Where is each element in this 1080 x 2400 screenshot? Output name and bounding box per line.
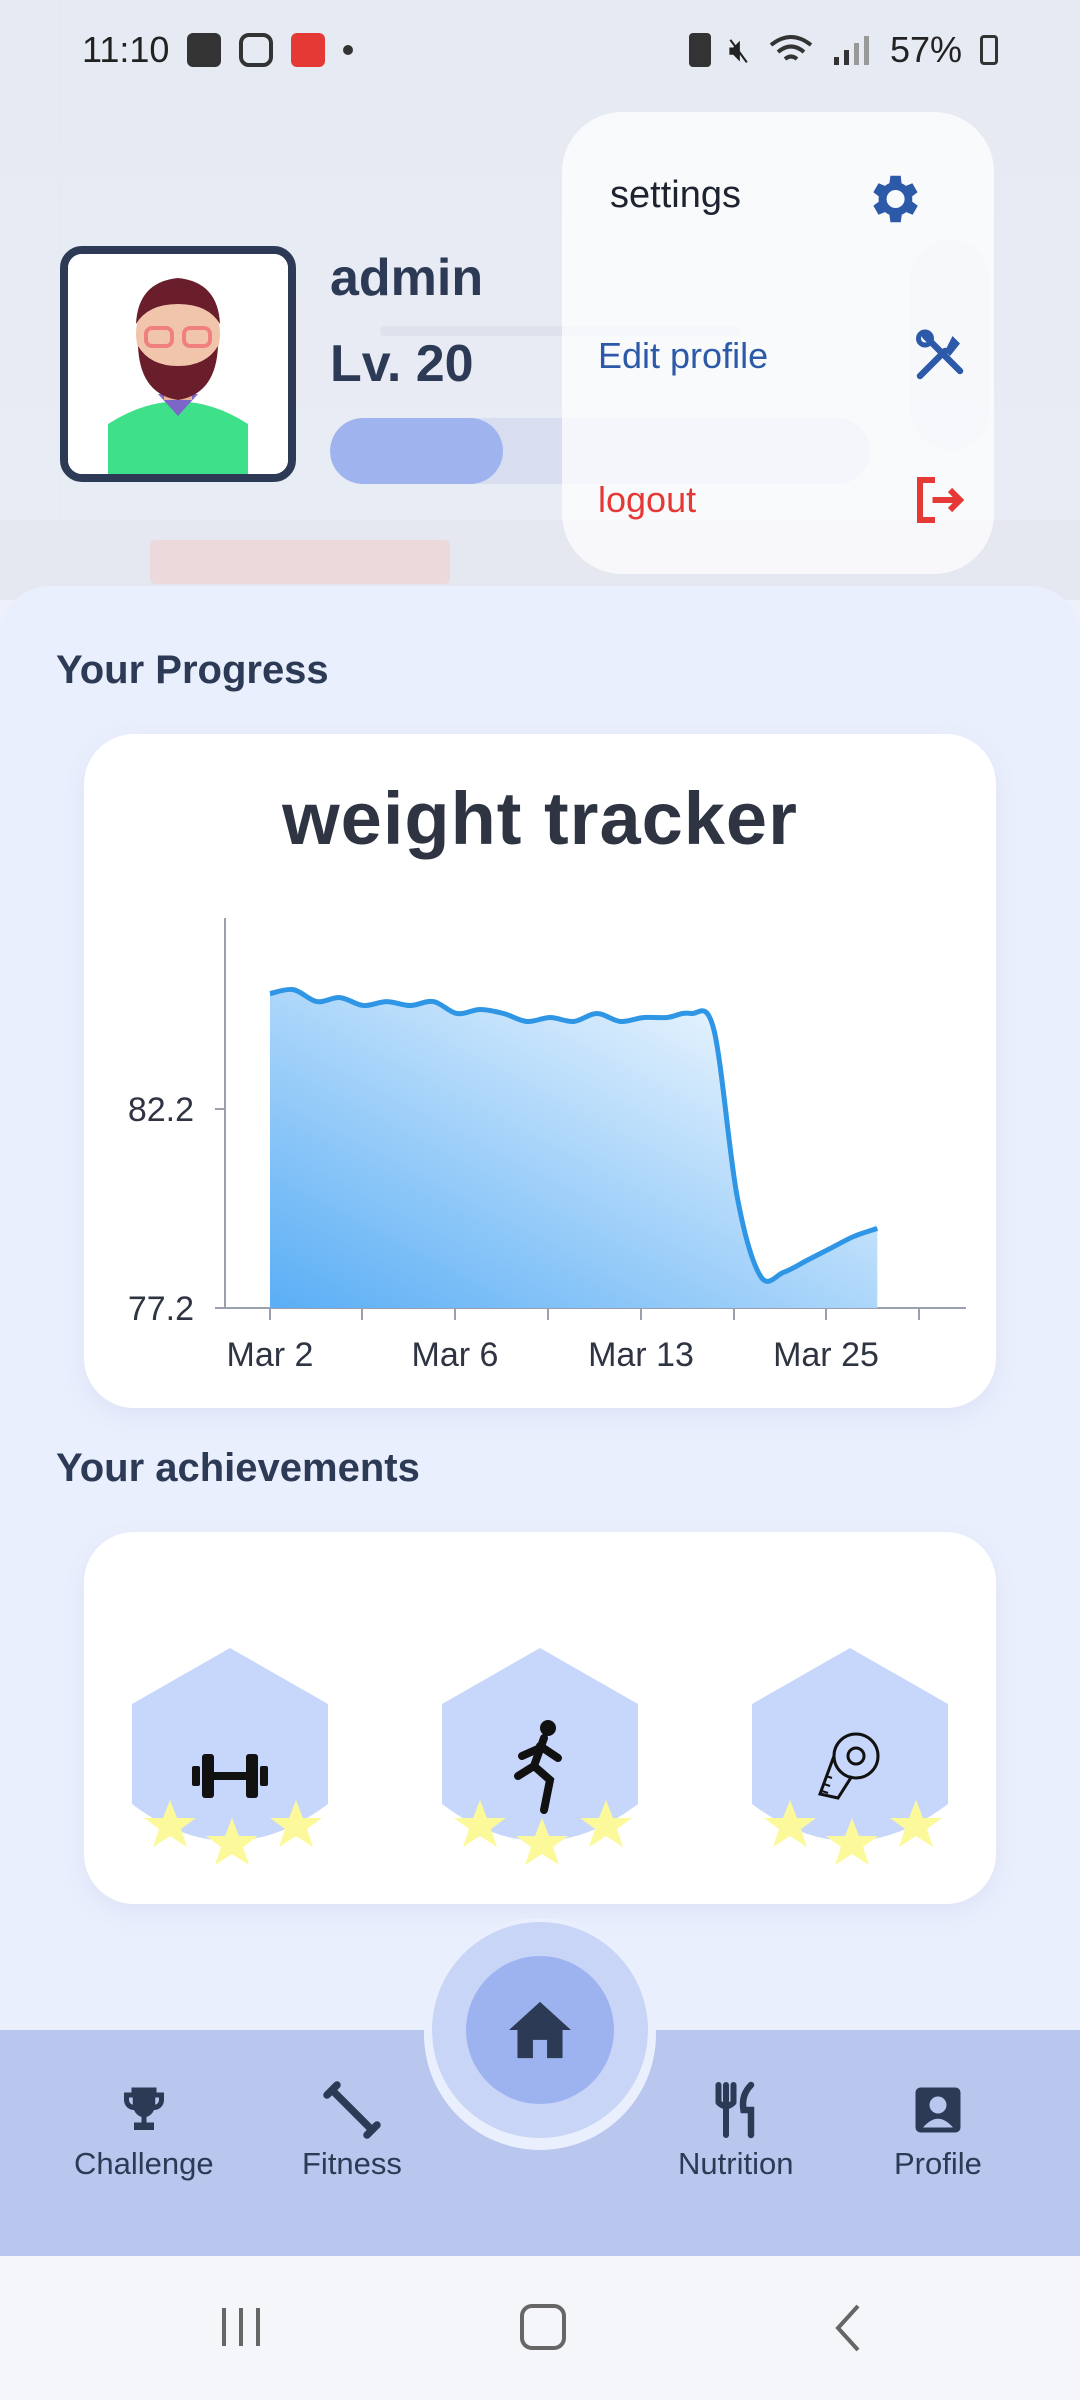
settings-title: settings	[610, 174, 741, 216]
battery-percent: 57%	[889, 29, 962, 70]
avatar-illustration	[68, 254, 288, 474]
system-navigation-bar	[0, 2256, 1080, 2400]
weight-area-fill	[270, 989, 878, 1308]
battery-icon	[980, 35, 998, 65]
nav-fitness-label: Fitness	[302, 2146, 402, 2181]
achievements-section-title: Your achievements	[56, 1446, 420, 1490]
achievement-badge-strength[interactable]	[132, 1648, 328, 1888]
dumbbell-icon	[192, 1754, 268, 1798]
home-icon	[509, 2001, 571, 2059]
nav-challenge[interactable]: Challenge	[74, 2080, 214, 2182]
fork-knife-icon	[715, 2081, 754, 2139]
y-tick-label: 82.2	[128, 1091, 194, 1129]
username: admin	[330, 249, 484, 307]
edit-profile-label: Edit profile	[598, 335, 769, 376]
nav-profile-label: Profile	[894, 2146, 982, 2181]
nav-nutrition-label: Nutrition	[678, 2146, 794, 2181]
nav-nutrition[interactable]: Nutrition	[678, 2080, 793, 2182]
profile-header: 11:10 🔇︎ 57% admin Lv. 20 settings Edit …	[0, 0, 1080, 600]
more-notifications-icon	[343, 45, 354, 55]
recent-apps-icon[interactable]	[216, 2304, 266, 2350]
gear-icon[interactable]	[862, 168, 924, 230]
edit-profile-menu-item[interactable]: Edit profile	[598, 316, 970, 396]
achievement-badge-running[interactable]	[442, 1648, 638, 1888]
achievement-badge-measurement[interactable]	[752, 1648, 948, 1888]
home-button[interactable]	[466, 1956, 614, 2104]
trophy-icon	[123, 2087, 164, 2130]
tools-icon	[916, 329, 964, 380]
runner-icon	[514, 1720, 562, 1814]
app-notification-icon	[291, 33, 326, 67]
nav-challenge-label: Challenge	[74, 2146, 214, 2181]
progress-section-title: Your Progress	[56, 648, 329, 692]
profile-card-icon	[915, 2087, 961, 2133]
bg-mat	[150, 540, 450, 584]
logout-label: logout	[598, 479, 697, 520]
logout-menu-item[interactable]: logout	[598, 460, 970, 540]
x-tick-label: Mar 25	[773, 1336, 879, 1374]
level-label: Lv. 20	[330, 335, 474, 393]
x-tick-label: Mar 6	[412, 1336, 499, 1374]
tape-measure-icon	[817, 1732, 880, 1800]
x-tick-label: Mar 13	[588, 1336, 694, 1374]
battery-saver-icon	[688, 33, 711, 67]
nav-fitness[interactable]: Fitness	[302, 2080, 402, 2182]
wifi-icon	[769, 35, 813, 61]
fitness-dumbbell-icon	[323, 2081, 381, 2139]
status-bar: 11:10 🔇︎ 57%	[0, 0, 1080, 100]
gallery-notification-icon	[187, 33, 222, 67]
y-tick-label: 77.2	[128, 1290, 194, 1328]
xp-progress-fill	[330, 418, 503, 484]
weight-tracker-card: weight tracker 77.2 82.2 Mar 2 Mar 6 Mar 13…	[84, 734, 996, 1408]
home-nav-icon[interactable]	[518, 2302, 568, 2352]
weight-chart: 77.2 82.2 Mar 2 Mar 6 Mar 13 Mar 25	[128, 918, 966, 1374]
settings-menu: settings Edit profile logout	[562, 112, 994, 574]
status-time: 11:10	[82, 29, 170, 70]
signal-icon	[833, 36, 869, 65]
nav-profile[interactable]: Profile	[894, 2080, 982, 2182]
avatar[interactable]	[60, 246, 296, 482]
mute-icon: 🔇︎	[728, 30, 750, 69]
instagram-notification-icon	[239, 33, 274, 67]
back-icon[interactable]	[830, 2302, 866, 2354]
x-tick-label: Mar 2	[227, 1336, 314, 1374]
logout-icon	[917, 477, 965, 523]
